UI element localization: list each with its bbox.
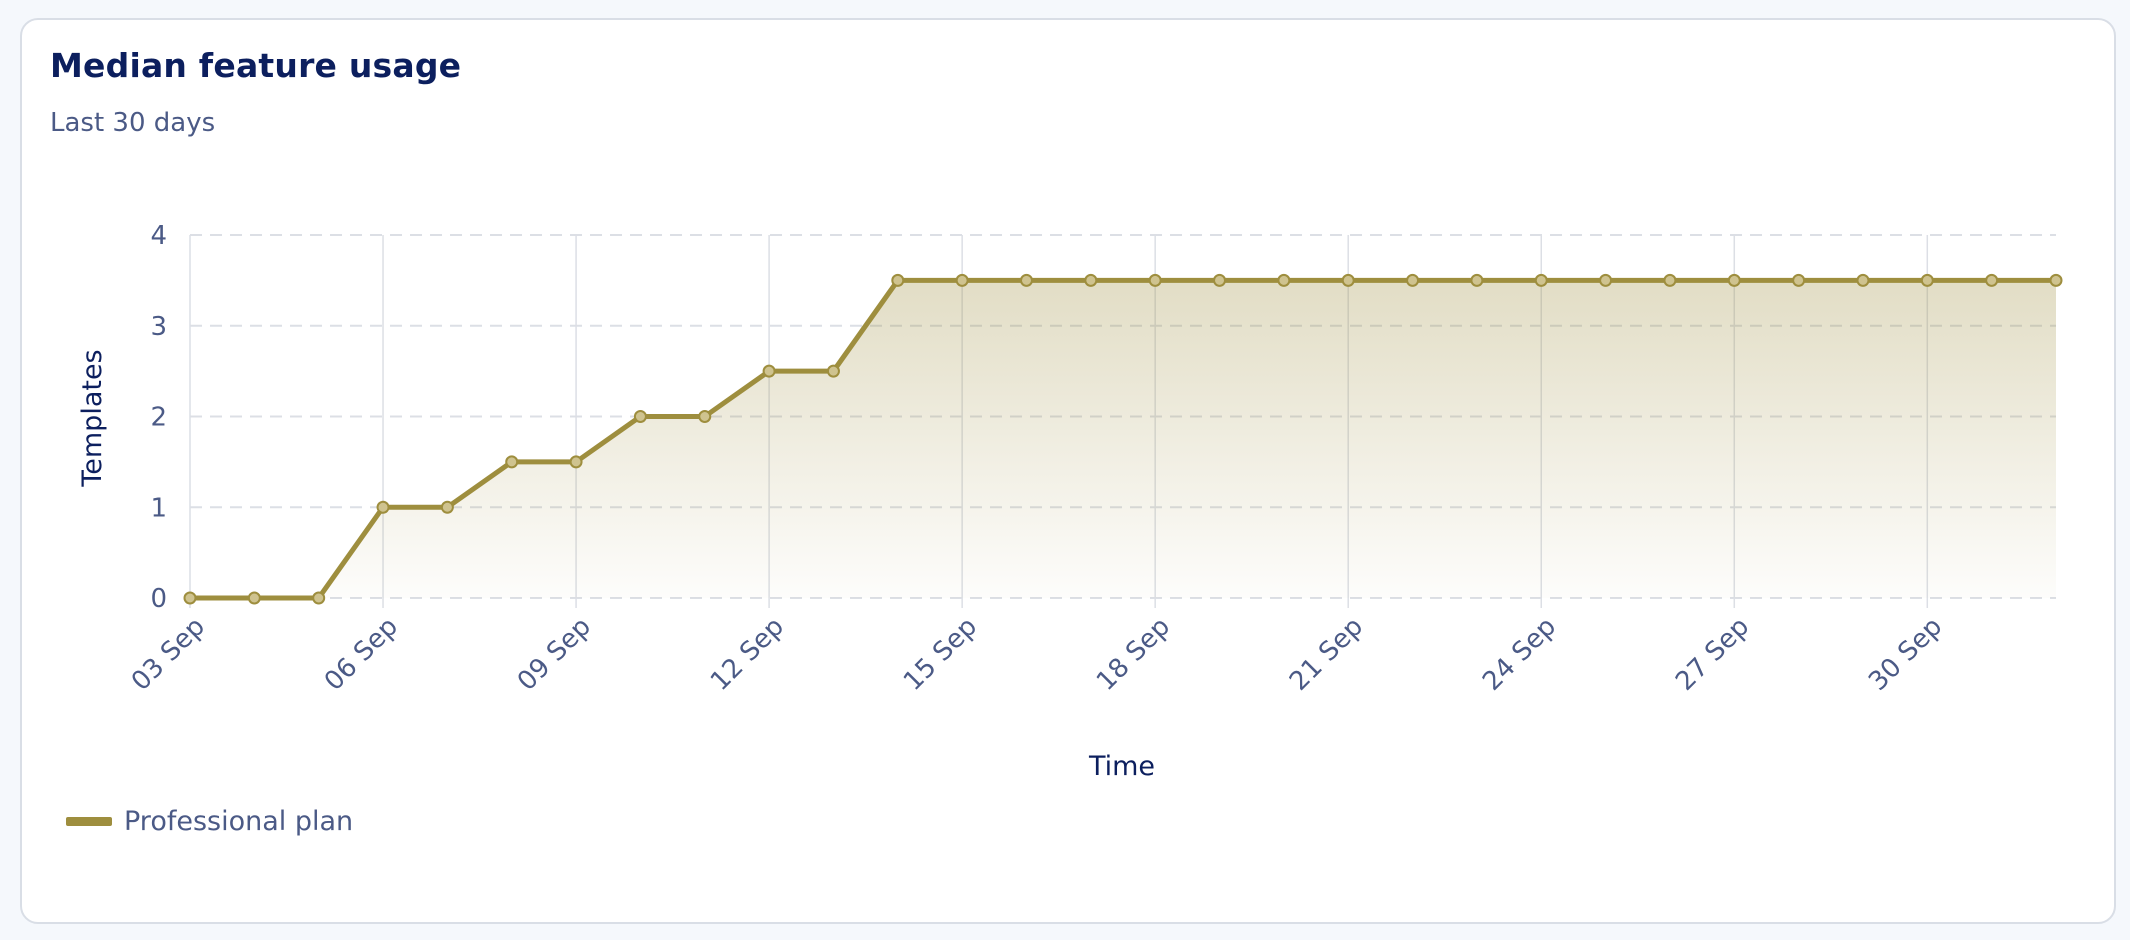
data-point[interactable] [1663, 273, 1677, 287]
series-area [190, 280, 2056, 598]
x-axis-title: Time [1088, 751, 1155, 782]
x-axis-ticks: 03 Sep 06 Sep 09 Sep 12 Sep 15 Sep 18 Sep 21 S… [126, 612, 1948, 697]
area-fill [190, 280, 2056, 598]
data-point[interactable] [2049, 273, 2063, 287]
x-tick-label: 21 Sep [1284, 612, 1369, 697]
data-point[interactable] [1019, 273, 1033, 287]
chart-svg: 0 1 2 3 4 03 Sep 06 Sep 09 Sep 12 Sep 15 Sep 18 S… [77, 221, 2063, 782]
x-tick-label: 09 Sep [512, 612, 597, 697]
data-point[interactable] [698, 410, 712, 423]
data-point[interactable] [1277, 273, 1291, 287]
data-point[interactable] [312, 591, 326, 605]
x-tick-label: 27 Sep [1670, 612, 1755, 697]
x-tick-label: 12 Sep [705, 612, 790, 697]
data-point[interactable] [633, 410, 647, 423]
data-point[interactable] [505, 455, 519, 469]
data-point[interactable] [247, 591, 261, 605]
data-point[interactable] [826, 364, 840, 378]
x-tick-label: 30 Sep [1863, 612, 1948, 697]
data-point[interactable] [1920, 273, 1934, 287]
y-tick-label: 2 [150, 403, 167, 433]
y-tick-label: 1 [150, 493, 167, 523]
data-point[interactable] [183, 591, 197, 605]
y-tick-label: 3 [150, 312, 167, 342]
data-point[interactable] [955, 273, 969, 287]
data-point[interactable] [891, 273, 905, 287]
y-axis-ticks: 0 1 2 3 4 [150, 221, 167, 614]
y-tick-label: 4 [150, 221, 167, 251]
data-point[interactable] [1856, 273, 1870, 287]
data-point[interactable] [1084, 273, 1098, 287]
data-point[interactable] [762, 364, 776, 378]
x-tick-label: 24 Sep [1477, 612, 1562, 697]
x-tick-label: 18 Sep [1091, 612, 1176, 697]
data-point[interactable] [376, 500, 390, 514]
x-tick-label: 15 Sep [898, 612, 983, 697]
data-point[interactable] [1534, 273, 1548, 287]
x-tick-label: 06 Sep [319, 612, 404, 697]
data-point[interactable] [1470, 273, 1484, 287]
data-point[interactable] [1792, 273, 1806, 287]
legend: Professional plan [66, 806, 353, 837]
x-tick-label: 03 Sep [126, 612, 211, 697]
data-point[interactable] [1406, 273, 1420, 287]
data-point[interactable] [1985, 273, 1999, 287]
data-point[interactable] [1341, 273, 1355, 287]
data-point[interactable] [1727, 273, 1741, 287]
data-point[interactable] [1599, 273, 1613, 287]
legend-swatch [66, 817, 112, 826]
data-point[interactable] [1148, 273, 1162, 287]
data-point[interactable] [1213, 273, 1227, 287]
data-point[interactable] [440, 500, 454, 514]
data-point[interactable] [569, 455, 583, 469]
y-tick-label: 0 [150, 584, 167, 614]
legend-label-professional-plan: Professional plan [124, 806, 354, 837]
y-axis-title: Templates [77, 349, 108, 487]
